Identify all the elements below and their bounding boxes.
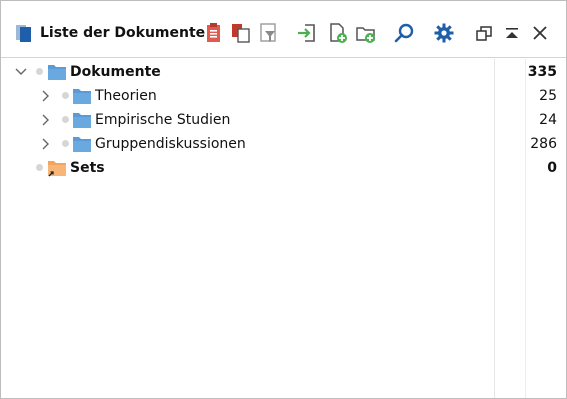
chevron-right-icon[interactable] bbox=[37, 111, 53, 129]
count-value: 286 bbox=[530, 136, 557, 152]
count-value: 24 bbox=[539, 112, 557, 128]
clipboard-button[interactable] bbox=[202, 21, 226, 45]
undock-icon bbox=[476, 26, 492, 41]
filter-icon bbox=[260, 23, 276, 42]
column-divider bbox=[525, 59, 526, 398]
clipboard-icon bbox=[207, 23, 220, 42]
new-document-button[interactable] bbox=[326, 21, 350, 45]
status-dot bbox=[62, 140, 69, 147]
folder-icon bbox=[72, 135, 92, 153]
folder-icon bbox=[72, 87, 92, 105]
status-dot bbox=[36, 68, 43, 75]
tree-item-label: Empirische Studien bbox=[95, 112, 231, 128]
search-icon bbox=[394, 23, 414, 43]
close-icon bbox=[533, 26, 547, 40]
filter-button[interactable] bbox=[257, 21, 281, 45]
new-document-icon bbox=[330, 23, 347, 43]
status-dot bbox=[62, 116, 69, 123]
count-value: 0 bbox=[547, 160, 557, 176]
tree-item-label: Sets bbox=[70, 160, 105, 176]
copy-documents-button[interactable] bbox=[229, 21, 253, 45]
undock-button[interactable] bbox=[472, 21, 496, 45]
close-button[interactable] bbox=[528, 21, 552, 45]
document-tree: Dokumente Theorien Empirische Studien Gr… bbox=[1, 59, 494, 398]
gear-icon bbox=[434, 23, 454, 43]
window-title: Liste der Dokumente bbox=[40, 25, 206, 41]
settings-button[interactable] bbox=[432, 21, 456, 45]
tree-item-sets[interactable]: Sets bbox=[1, 156, 494, 180]
tree-item-label: Dokumente bbox=[70, 64, 161, 80]
folder-icon bbox=[47, 63, 67, 81]
search-button[interactable] bbox=[392, 21, 416, 45]
new-folder-icon bbox=[356, 27, 375, 43]
collapse-button[interactable] bbox=[500, 21, 524, 45]
import-button[interactable] bbox=[295, 21, 319, 45]
tree-item-gruppendiskussionen[interactable]: Gruppendiskussionen bbox=[1, 132, 494, 156]
status-dot bbox=[36, 164, 43, 171]
document-list-window: Liste der Dokumente Dokumente Theorien E… bbox=[0, 0, 567, 399]
title-bar: Liste der Dokumente bbox=[1, 1, 566, 58]
chevron-right-icon[interactable] bbox=[37, 135, 53, 153]
count-column: 335 25 24 286 0 bbox=[494, 59, 566, 398]
collapse-icon bbox=[506, 28, 518, 38]
chevron-right-icon[interactable] bbox=[37, 87, 53, 105]
tree-item-empirische-studien[interactable]: Empirische Studien bbox=[1, 108, 494, 132]
tree-item-dokumente[interactable]: Dokumente bbox=[1, 60, 494, 84]
tree-item-label: Gruppendiskussionen bbox=[95, 136, 246, 152]
tree-item-theorien[interactable]: Theorien bbox=[1, 84, 494, 108]
documents-icon bbox=[14, 23, 34, 43]
count-value: 335 bbox=[527, 64, 557, 80]
copy-documents-icon bbox=[232, 24, 250, 43]
import-icon bbox=[298, 24, 315, 42]
count-value: 25 bbox=[539, 88, 557, 104]
new-folder-button[interactable] bbox=[354, 21, 378, 45]
chevron-down-icon[interactable] bbox=[13, 63, 29, 81]
sets-folder-icon bbox=[47, 159, 67, 177]
status-dot bbox=[62, 92, 69, 99]
tree-item-label: Theorien bbox=[95, 88, 157, 104]
folder-icon bbox=[72, 111, 92, 129]
